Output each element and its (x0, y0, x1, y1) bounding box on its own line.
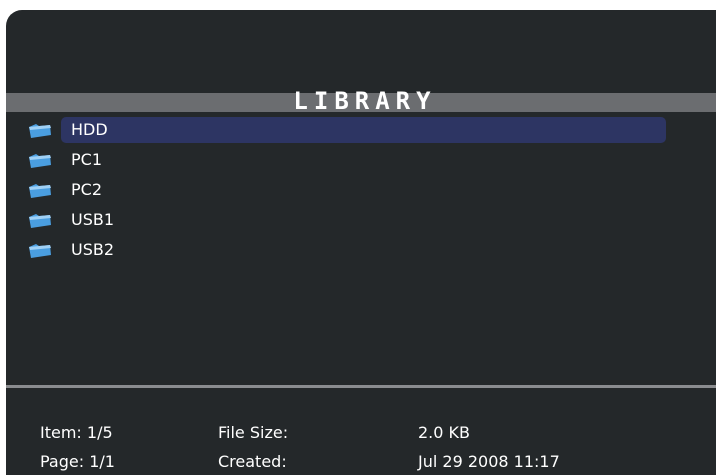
folder-icon (28, 123, 52, 139)
created-label: Created: (218, 452, 287, 471)
item-count: Item: 1/5 (40, 423, 113, 442)
list-item-usb1[interactable]: USB1 (6, 207, 716, 237)
list-item-label: USB2 (71, 240, 115, 259)
footer-divider (6, 385, 716, 388)
list-item-label: USB1 (71, 210, 115, 229)
created-value: Jul 29 2008 11:17 (418, 452, 560, 471)
list-item-label: PC1 (71, 150, 102, 169)
folder-icon (28, 183, 52, 199)
list-item-hdd[interactable]: HDD (6, 117, 716, 147)
page-title: LIBRARY (293, 87, 437, 115)
list-item-usb2[interactable]: USB2 (6, 237, 716, 267)
folder-icon (28, 213, 52, 229)
list-item-pc2[interactable]: PC2 (6, 177, 716, 207)
library-list: HDD PC1 PC2 USB1 USB2 (6, 117, 716, 267)
folder-icon (28, 153, 52, 169)
list-item-pc1[interactable]: PC1 (6, 147, 716, 177)
list-item-label: PC2 (71, 180, 102, 199)
file-size-value: 2.0 KB (418, 423, 470, 442)
folder-icon (28, 243, 52, 259)
library-screen: LIBRARY HDD PC1 PC2 USB1 USB2 Item: 1/5 … (6, 10, 716, 475)
page-count: Page: 1/1 (40, 452, 115, 471)
list-item-label: HDD (61, 117, 666, 143)
file-size-label: File Size: (218, 423, 289, 442)
